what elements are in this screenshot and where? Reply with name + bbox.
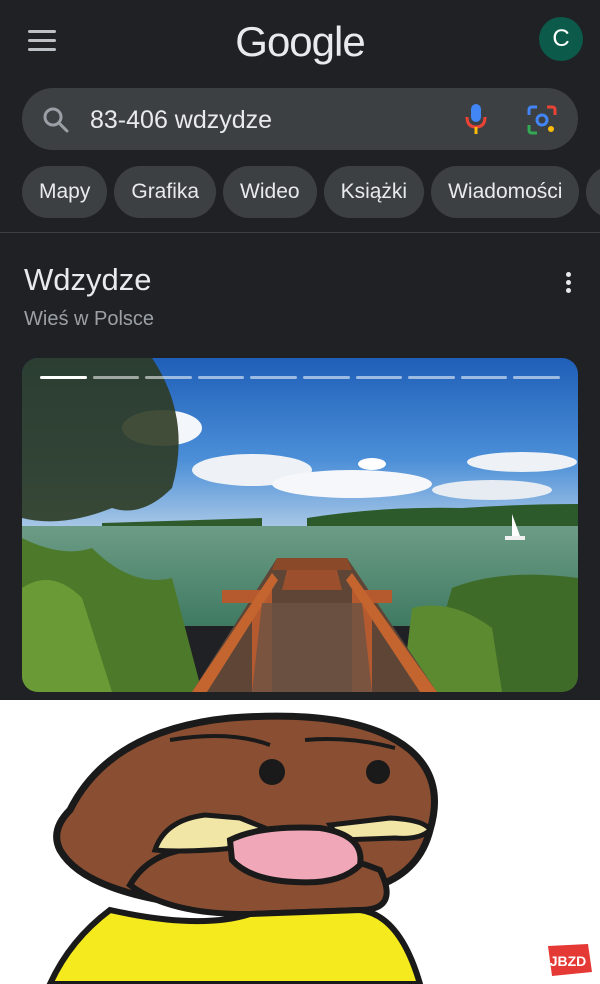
gallery-progress <box>40 376 560 379</box>
cartoon-beaver-face <box>46 712 438 984</box>
microphone-icon[interactable] <box>464 102 488 136</box>
chip-news[interactable]: Wiadomości <box>431 166 580 218</box>
watermark-text: JBZD <box>550 953 587 969</box>
google-search-screen: Google C 83-406 wdzydze Mapy Grafika Wideo… <box>0 0 600 700</box>
chip-images[interactable]: Grafika <box>114 166 217 218</box>
lake-photo <box>22 358 578 692</box>
gallery-progress-segment <box>250 376 297 379</box>
account-avatar[interactable]: C <box>539 17 583 61</box>
search-icon <box>43 107 69 133</box>
search-bar[interactable]: 83-406 wdzydze <box>22 88 578 150</box>
filter-chips: Mapy Grafika Wideo Książki Wiadomości <box>22 166 600 218</box>
header-divider <box>0 232 600 233</box>
gallery-progress-segment <box>513 376 560 379</box>
chip-books[interactable]: Książki <box>323 166 425 218</box>
gallery-progress-segment <box>355 376 403 379</box>
more-options-icon[interactable] <box>560 272 576 296</box>
chip-maps[interactable]: Mapy <box>22 166 108 218</box>
search-input[interactable]: 83-406 wdzydze <box>90 106 272 135</box>
chip-more[interactable] <box>586 166 600 218</box>
gallery-progress-segment <box>460 376 508 379</box>
lake-photo-gallery[interactable] <box>22 358 578 692</box>
gallery-progress-segment <box>302 376 350 379</box>
chip-videos[interactable]: Wideo <box>223 166 317 218</box>
google-logo: Google <box>235 18 365 65</box>
gallery-progress-segment <box>92 376 140 379</box>
gallery-progress-segment <box>40 376 87 379</box>
google-lens-icon[interactable] <box>526 104 558 136</box>
gallery-progress-segment <box>197 376 245 379</box>
knowledge-panel-subtitle: Wieś w Polsce <box>24 308 155 330</box>
gallery-progress-segment <box>145 376 192 379</box>
knowledge-panel-title: Wdzydze <box>24 262 152 297</box>
meme-image <box>0 700 600 984</box>
jbzd-watermark-logo: JBZD <box>548 944 592 976</box>
gallery-progress-segment <box>408 376 455 379</box>
